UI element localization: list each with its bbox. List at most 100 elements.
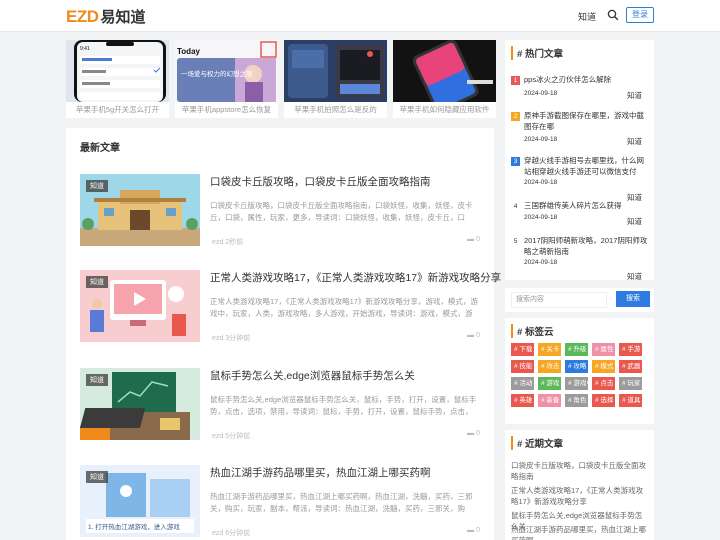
article-time: 5分钟前 (225, 433, 251, 440)
hot-article-title[interactable]: 三国群雄传美人碎片怎么获得 (524, 200, 648, 211)
rank-badge: 1 (511, 76, 520, 85)
thumb-caption-text: 1. 打开热血江湖游戏，进入游戏 (88, 522, 180, 531)
hot-article-category[interactable]: 知道 (627, 216, 642, 227)
article-thumbnail[interactable]: 1. 打开热血江湖游戏，进入游戏 知道 (80, 465, 200, 537)
comment-count: 0 (476, 430, 480, 437)
hash-icon: # (517, 49, 523, 60)
article-card[interactable]: 知道 鼠标手势怎么关,edge浏览器鼠标手势怎么关 鼠标手势怎么关,edge浏览… (80, 368, 480, 440)
hot-article-date: 2024-09-18 (524, 90, 558, 97)
article-card[interactable]: 知道 正常人类游戏攻略17，《正常人类游戏攻略17》新游戏攻略分享 正常人类游戏… (80, 270, 501, 343)
comment-icon: ▬ (467, 430, 475, 437)
slide-image (393, 40, 496, 102)
banner-text: 一场爱与权力的幻想之旅 (181, 69, 253, 78)
article-title[interactable]: 鼠标手势怎么关,edge浏览器鼠标手势怎么关 (210, 368, 415, 383)
hot-article-title[interactable]: 原神手游截图保存在哪里，游戏中截图存在哪 (524, 110, 648, 132)
tag-chip[interactable]: # 手游 (619, 343, 642, 356)
tag-chip[interactable]: # 英雄 (511, 394, 534, 407)
slide-image: 9:41 (66, 40, 169, 102)
hot-article-category[interactable]: 知道 (627, 271, 642, 282)
widget-title: # 标签云 (511, 324, 553, 338)
site-logo[interactable]: EZD 易知道 (66, 6, 146, 27)
recent-article-link[interactable]: 热血江湖手游药品哪里买，热血江湖上哪买药啊 (511, 524, 648, 540)
article-author: ezd (212, 239, 224, 246)
nav-link-zhidao[interactable]: 知道 (578, 10, 596, 23)
tag-chip[interactable]: # 下载 (511, 343, 534, 356)
article-title[interactable]: 口袋皮卡丘版攻略，口袋皮卡丘版全面攻略指南 (210, 174, 431, 189)
login-button[interactable]: 登录 (626, 7, 654, 23)
hot-article-date: 2024-09-18 (524, 179, 558, 186)
hash-icon: # (517, 439, 523, 450)
search-input[interactable]: 搜索内容 (511, 292, 607, 308)
article-title[interactable]: 正常人类游戏攻略17，《正常人类游戏攻略17》新游戏攻略分享 (210, 270, 501, 285)
tag-chip[interactable]: # 活动 (511, 377, 534, 390)
tag-chip[interactable]: # 技能 (511, 360, 534, 373)
tag-chip[interactable]: # 武器 (619, 360, 642, 373)
iphone-hide-apps-image (393, 40, 496, 102)
carousel-slide[interactable]: 9:41 苹果手机5g开关怎么打开 (66, 40, 169, 118)
article-thumbnail[interactable]: 知道 (80, 368, 200, 440)
hot-articles-widget: # 热门文章 1 pps冰火之刃伙伴怎么解除 2024-09-18 知道 2 原… (505, 40, 654, 282)
recent-articles-widget: # 近期文章 口袋皮卡丘版攻略，口袋皮卡丘版全面攻略指南 正常人类游戏攻略17，… (505, 430, 654, 540)
article-comments[interactable]: ▬ 0 (467, 527, 480, 534)
article-comments[interactable]: ▬ 0 (467, 430, 480, 437)
tag-chip[interactable]: # 攻略 (565, 360, 588, 373)
section-title: 最新文章 (80, 143, 120, 154)
article-tag: 知道 (86, 276, 108, 288)
article-card[interactable]: 1. 打开热血江湖游戏，进入游戏 知道 热血江湖手游药品哪里买，热血江湖上哪买药… (80, 465, 480, 537)
hot-article-category[interactable]: 知道 (627, 90, 642, 101)
article-thumbnail[interactable]: 知道 (80, 270, 200, 342)
tag-chip[interactable]: # 选择 (592, 394, 615, 407)
search-button[interactable]: 搜索 (616, 291, 650, 307)
tag-chip[interactable]: # 攻击 (538, 360, 561, 373)
hot-article-title[interactable]: pps冰火之刃伙伴怎么解除 (524, 74, 648, 85)
carousel-slide[interactable]: 苹果手机如何隐藏应用软件 (393, 40, 496, 118)
tag-chip[interactable]: # 玩家 (619, 377, 642, 390)
slide-caption: 苹果手机appstore怎么恢复 (181, 105, 272, 114)
slide-image (284, 40, 387, 102)
article-thumbnail[interactable]: 知道 (80, 174, 200, 246)
recent-article-link[interactable]: 正常人类游戏攻略17，《正常人类游戏攻略17》新游戏攻略分享 (511, 485, 648, 507)
article-comments[interactable]: ▬ 0 (467, 236, 480, 243)
search-icon[interactable] (607, 9, 619, 21)
iphone-camera-image (284, 40, 387, 102)
article-meta: ezd 2秒前 (212, 237, 243, 247)
tag-chip[interactable]: # 装备 (538, 394, 561, 407)
article-meta: ezd 6分钟前 (212, 528, 250, 538)
hot-article-date: 2024-09-18 (524, 136, 558, 143)
recent-article-link[interactable]: 口袋皮卡丘版攻略，口袋皮卡丘版全面攻略指南 (511, 460, 648, 482)
latest-articles-panel: 最新文章 知道 口袋皮卡丘版攻略，口袋皮卡丘版全面攻略指南 口袋皮卡丘版攻略，口… (66, 128, 501, 540)
tag-chip[interactable]: # 模式 (592, 360, 615, 373)
hot-article-title[interactable]: 穿越火线手游相号去哪里找，什么网站相穿越火线手游还可以微信支付 (524, 155, 648, 177)
tag-chip[interactable]: # 游戏中 (565, 377, 588, 390)
tag-chip[interactable]: # 关卡 (538, 343, 561, 356)
article-title[interactable]: 热血江湖手游药品哪里买，热血江湖上哪买药啊 (210, 465, 431, 480)
slide-caption: 苹果手机5g开关怎么打开 (75, 105, 160, 114)
article-meta: ezd 3分钟前 (212, 333, 250, 343)
site-header: EZD 易知道 知道 登录 (0, 0, 720, 32)
tag-chip[interactable]: # 道具 (619, 394, 642, 407)
article-time: 6分钟前 (225, 530, 251, 537)
slide-caption: 苹果手机拍照怎么是反的 (294, 105, 377, 114)
widget-title-text: 热门文章 (524, 49, 563, 60)
hot-article-title[interactable]: 2017阴阳师萌新攻略，2017阴阳师攻略之萌新指南 (524, 235, 648, 257)
widget-title-text: 标签云 (524, 327, 554, 338)
tag-chip[interactable]: # 点击 (592, 377, 615, 390)
article-comments[interactable]: ▬ 0 (467, 332, 480, 339)
article-excerpt: 热血江湖手游药品哪里买，热血江湖上哪买药啊，热血江湖，洗髓，买药，三邪关，购买，… (210, 492, 473, 513)
carousel-slide[interactable]: Today 一场爱与权力的幻想之旅 苹果手机appstore怎么恢复 (175, 40, 278, 118)
widget-title: # 近期文章 (511, 436, 563, 450)
comment-icon: ▬ (467, 527, 475, 534)
article-card[interactable]: 知道 口袋皮卡丘版攻略，口袋皮卡丘版全面攻略指南 口袋皮卡丘版攻略，口袋皮卡丘版… (80, 174, 480, 246)
tag-chip[interactable]: # 角色 (565, 394, 588, 407)
logo-mark: EZD (66, 6, 99, 26)
tag-chip[interactable]: # 游戏 (538, 377, 561, 390)
hot-article-category[interactable]: 知道 (627, 136, 642, 147)
tag-list: # 下载 # 关卡 # 升级 # 属性 # 手游 # 技能 # 攻击 # 攻略 # 模式 # 武器… (511, 343, 651, 407)
today-text: Today (177, 47, 201, 56)
article-excerpt: 鼠标手势怎么关,edge浏览器鼠标手势怎么关，鼠标，手势，打开，设置，鼠标手势，… (210, 395, 477, 416)
tag-chip[interactable]: # 属性 (592, 343, 615, 356)
tag-chip[interactable]: # 升级 (565, 343, 588, 356)
comment-count: 0 (476, 236, 480, 243)
carousel-slide[interactable]: 苹果手机拍照怎么是反的 (284, 40, 387, 118)
article-meta: ezd 5分钟前 (212, 431, 250, 441)
